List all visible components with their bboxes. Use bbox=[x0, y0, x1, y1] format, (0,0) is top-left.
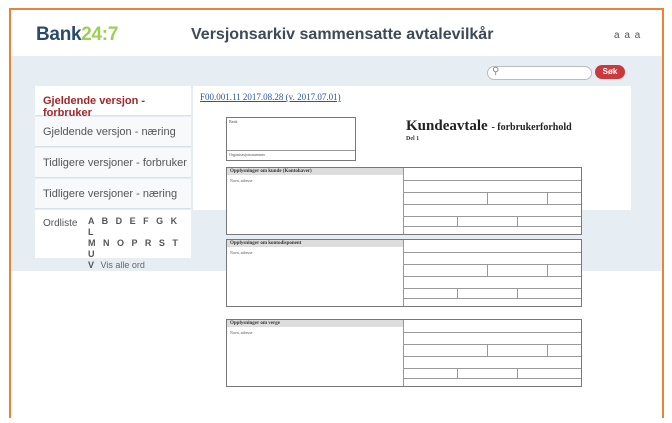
sidebar-item-previous-business[interactable]: Tidligere versjoner - næring bbox=[35, 179, 191, 209]
divider bbox=[403, 168, 404, 234]
search-button[interactable]: Søk bbox=[595, 65, 625, 79]
divider bbox=[403, 276, 581, 277]
divider bbox=[403, 332, 581, 333]
divider bbox=[487, 192, 488, 204]
account-holder-section: Opplysninger om kontodisponent Navn, adr… bbox=[226, 239, 582, 307]
agreement-document-preview: Bank Organisasjonsnummer Kundeavtale - f… bbox=[226, 112, 582, 402]
divider bbox=[517, 288, 518, 298]
guardian-section: Opplysninger om verge Navn, adresse bbox=[226, 319, 582, 387]
logo-accent: 24:7 bbox=[81, 24, 119, 45]
divider bbox=[403, 356, 581, 357]
divider bbox=[517, 216, 518, 226]
divider bbox=[403, 344, 581, 345]
logo-main: Bank bbox=[36, 24, 82, 45]
document-title-suffix: - forbrukerforhold bbox=[491, 122, 572, 133]
dictionary-letters-row3[interactable]: V bbox=[88, 260, 97, 270]
divider bbox=[403, 264, 581, 265]
divider bbox=[403, 378, 581, 379]
dictionary-letters-row2[interactable]: M N O P R S T U bbox=[88, 238, 188, 260]
divider bbox=[403, 368, 581, 369]
divider bbox=[487, 344, 488, 356]
bank-box: Bank Organisasjonsnummer bbox=[226, 117, 356, 161]
divider bbox=[547, 344, 548, 356]
search-icon: ⚲ bbox=[492, 66, 500, 77]
dictionary-label: Ordliste bbox=[43, 218, 78, 229]
divider bbox=[457, 216, 458, 226]
divider bbox=[403, 192, 581, 193]
guardian-name-field: Navn, adresse bbox=[230, 330, 253, 335]
divider bbox=[403, 252, 581, 253]
document-title-main: Kundeavtale bbox=[406, 118, 488, 134]
customer-section: Opplysninger om kunde (Kontohaver) Navn,… bbox=[226, 167, 582, 235]
dictionary-box: Ordliste A B D E F G K L M N O P R S T U… bbox=[35, 210, 191, 270]
customer-section-title: Opplysninger om kunde (Kontohaver) bbox=[227, 168, 403, 175]
dictionary-letters: A B D E F G K L M N O P R S T U V Vis all… bbox=[88, 216, 188, 271]
bank-logo[interactable]: Bank24:7 bbox=[36, 24, 118, 46]
divider bbox=[547, 264, 548, 276]
divider bbox=[517, 368, 518, 378]
divider bbox=[403, 288, 581, 289]
customer-name-field: Navn, adresse bbox=[230, 178, 253, 183]
divider bbox=[403, 216, 581, 217]
divider bbox=[487, 264, 488, 276]
guardian-section-title: Opplysninger om verge bbox=[227, 320, 403, 327]
divider bbox=[403, 226, 581, 227]
divider bbox=[227, 150, 355, 151]
divider bbox=[403, 240, 404, 306]
version-link[interactable]: F00.001.11 2017.08.28 (v. 2017.07.01) bbox=[200, 92, 341, 102]
divider bbox=[403, 320, 404, 386]
account-holder-section-title: Opplysninger om kontodisponent bbox=[227, 240, 403, 247]
divider bbox=[403, 298, 581, 299]
sidebar-item-current-business[interactable]: Gjeldende versjon - næring bbox=[35, 117, 191, 147]
dictionary-letters-row1[interactable]: A B D E F G K L bbox=[88, 216, 188, 238]
org-number-label: Organisasjonsnummer bbox=[229, 152, 265, 157]
divider bbox=[547, 192, 548, 204]
document-title: Kundeavtale - forbrukerforhold bbox=[406, 118, 572, 135]
search-input[interactable]: ⚲ bbox=[487, 66, 592, 80]
bank-label: Bank bbox=[229, 119, 238, 124]
divider bbox=[457, 288, 458, 298]
sidebar: Gjeldende versjon - forbruker Gjeldende … bbox=[35, 86, 191, 270]
sidebar-item-previous-consumer[interactable]: Tidligere versjoner - forbruker bbox=[35, 148, 191, 178]
show-all-words-link[interactable]: Vis alle ord bbox=[101, 260, 145, 270]
divider bbox=[403, 180, 581, 181]
document-part: Del 1 bbox=[406, 136, 420, 142]
divider bbox=[403, 204, 581, 205]
font-size-control[interactable]: a a a bbox=[614, 30, 641, 41]
sidebar-item-current-consumer[interactable]: Gjeldende versjon - forbruker bbox=[35, 86, 191, 119]
divider bbox=[457, 368, 458, 378]
account-holder-name-field: Navn, adresse bbox=[230, 250, 253, 255]
page-title: Versjonsarkiv sammensatte avtalevilkår bbox=[191, 26, 494, 43]
